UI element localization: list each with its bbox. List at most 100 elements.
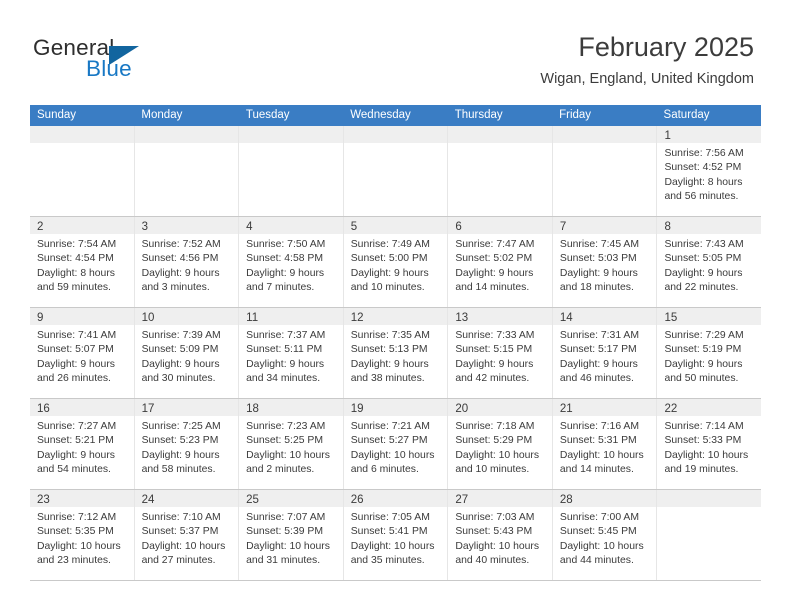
calendar-day-cell[interactable]: 23 Sunrise: 7:12 AM Sunset: 5:35 PM Dayligh…	[30, 490, 135, 580]
calendar-grid: Sunday Monday Tuesday Wednesday Thursday Frid…	[30, 105, 762, 581]
calendar-day-cell[interactable]: 18 Sunrise: 7:23 AM Sunset: 5:25 PM Dayligh…	[239, 399, 344, 489]
day-number: 2	[37, 221, 44, 233]
day-number-bar: 26	[343, 490, 448, 507]
sunset-text: Sunset: 5:07 PM	[37, 344, 114, 356]
calendar-day-cell[interactable]: 6 Sunrise: 7:47 AM Sunset: 5:02 PM Daylight…	[448, 217, 553, 307]
sunrise-text: Sunrise: 7:39 AM	[141, 330, 221, 341]
sunrise-text: Sunrise: 7:41 AM	[37, 330, 117, 341]
calendar-day-cell[interactable]: 16 Sunrise: 7:27 AM Sunset: 5:21 PM Dayligh…	[30, 399, 135, 489]
daylight-text: Daylight: 9 hours	[141, 358, 220, 370]
sunrise-text: Sunrise: 7:12 AM	[37, 512, 117, 523]
day-number: 16	[37, 403, 50, 415]
day-number-bar: 27	[448, 490, 552, 507]
page-header: General Blue February 2025 Wigan, Englan…	[0, 0, 792, 105]
day-details: Sunrise: 7:12 AM Sunset: 5:35 PM Daylight:…	[30, 507, 134, 569]
day-details: Sunrise: 7:49 AM Sunset: 5:00 PM Daylight:…	[344, 234, 448, 296]
day-number: 11	[246, 312, 259, 324]
sunset-text: Sunset: 5:45 PM	[559, 526, 637, 538]
calendar-day-cell[interactable]: 14 Sunrise: 7:31 AM Sunset: 5:17 PM Dayligh…	[552, 308, 658, 398]
calendar-day-cell[interactable]: 26 Sunrise: 7:05 AM Sunset: 5:41 PM Dayligh…	[343, 490, 449, 580]
weekday-header-tuesday: Tuesday	[245, 109, 290, 121]
daylight-text: and 46 minutes.	[559, 373, 634, 385]
daylight-text: Daylight: 9 hours	[37, 358, 115, 370]
daylight-text: and 14 minutes.	[455, 282, 530, 294]
calendar-day-cell[interactable]: 11 Sunrise: 7:37 AM Sunset: 5:11 PM Dayligh…	[239, 308, 344, 398]
day-number-bar: 7	[552, 217, 657, 234]
sunrise-text: Sunrise: 7:49 AM	[350, 239, 430, 250]
calendar-day-cell[interactable]: 8 Sunrise: 7:43 AM Sunset: 5:05 PM Daylight…	[657, 217, 762, 307]
day-number: 24	[141, 494, 155, 506]
calendar-day-cell[interactable]: 20 Sunrise: 7:18 AM Sunset: 5:29 PM Dayligh…	[448, 399, 553, 489]
day-details: Sunrise: 7:16 AM Sunset: 5:31 PM Daylight:…	[553, 416, 657, 478]
weekday-header-row: Sunday Monday Tuesday Wednesday Thursday Frid…	[30, 105, 761, 126]
sunset-text: Sunset: 5:00 PM	[350, 253, 428, 265]
daylight-text: Daylight: 8 hours	[37, 267, 115, 279]
calendar-day-cell[interactable]: 4 Sunrise: 7:50 AM Sunset: 4:58 PM Daylight…	[239, 217, 344, 307]
calendar-day-cell[interactable]: 9 Sunrise: 7:41 AM Sunset: 5:07 PM Daylight…	[30, 308, 135, 398]
calendar-day-cell[interactable]: 22 Sunrise: 7:14 AM Sunset: 5:33 PM Dayligh…	[657, 399, 762, 489]
day-details	[30, 143, 134, 147]
daylight-text: and 38 minutes.	[350, 373, 425, 385]
sunset-text: Sunset: 4:56 PM	[141, 253, 219, 265]
calendar-day-cell[interactable]: 5 Sunrise: 7:49 AM Sunset: 5:00 PM Daylight…	[343, 217, 449, 307]
day-number: 25	[246, 494, 259, 506]
daylight-text: Daylight: 10 hours	[455, 540, 540, 552]
daylight-text: Daylight: 9 hours	[664, 267, 743, 279]
sunset-text: Sunset: 5:27 PM	[350, 435, 428, 447]
day-details	[344, 143, 448, 147]
sunset-text: Sunset: 5:13 PM	[350, 344, 428, 356]
sunset-text: Sunset: 4:58 PM	[246, 253, 323, 265]
calendar-day-cell[interactable]: 2 Sunrise: 7:54 AM Sunset: 4:54 PM Daylight…	[30, 217, 135, 307]
day-details: Sunrise: 7:45 AM Sunset: 5:03 PM Daylight:…	[553, 234, 657, 296]
sunset-text: Sunset: 5:33 PM	[664, 435, 742, 447]
day-number-bar: 20	[448, 399, 552, 416]
sunrise-text: Sunrise: 7:45 AM	[559, 239, 640, 250]
day-number-bar: 2	[30, 217, 134, 234]
calendar-day-cell[interactable]: 12 Sunrise: 7:35 AM Sunset: 5:13 PM Dayligh…	[343, 308, 449, 398]
daylight-text: and 22 minutes.	[664, 282, 739, 294]
daylight-text: Daylight: 10 hours	[455, 449, 540, 461]
sunrise-text: Sunrise: 7:00 AM	[559, 512, 640, 523]
calendar-day-cell[interactable]: 17 Sunrise: 7:25 AM Sunset: 5:23 PM Dayligh…	[134, 399, 240, 489]
day-number-bar: 5	[343, 217, 448, 234]
calendar-day-cell[interactable]: 27 Sunrise: 7:03 AM Sunset: 5:43 PM Dayligh…	[448, 490, 553, 580]
day-number-bar: 13	[448, 308, 552, 325]
calendar-day-cell[interactable]: 21 Sunrise: 7:16 AM Sunset: 5:31 PM Dayligh…	[552, 399, 658, 489]
calendar-day-cell[interactable]: 15 Sunrise: 7:29 AM Sunset: 5:19 PM Dayligh…	[657, 308, 762, 398]
sunset-text: Sunset: 5:05 PM	[664, 253, 742, 265]
calendar-day-cell[interactable]: 19 Sunrise: 7:21 AM Sunset: 5:27 PM Dayligh…	[343, 399, 449, 489]
calendar-day-cell[interactable]: 1 Sunrise: 7:56 AM Sunset: 4:52 PM Daylight…	[657, 126, 762, 216]
sunrise-text: Sunrise: 7:43 AM	[664, 239, 744, 250]
daylight-text: Daylight: 10 hours	[664, 449, 749, 461]
day-details: Sunrise: 7:03 AM Sunset: 5:43 PM Daylight:…	[448, 507, 552, 569]
calendar-cell-empty	[448, 126, 553, 216]
day-number-bar: 1	[657, 126, 762, 143]
daylight-text: and 6 minutes.	[350, 464, 419, 476]
daylight-text: Daylight: 9 hours	[559, 267, 638, 279]
daylight-text: Daylight: 9 hours	[246, 267, 325, 279]
sunset-text: Sunset: 5:03 PM	[559, 253, 637, 265]
daylight-text: and 18 minutes.	[559, 282, 634, 294]
day-number: 28	[559, 494, 573, 506]
day-number: 14	[559, 312, 573, 324]
day-details: Sunrise: 7:18 AM Sunset: 5:29 PM Daylight:…	[448, 416, 552, 478]
sunset-text: Sunset: 5:41 PM	[350, 526, 428, 538]
calendar-day-cell[interactable]: 25 Sunrise: 7:07 AM Sunset: 5:39 PM Dayligh…	[239, 490, 344, 580]
sunrise-text: Sunrise: 7:47 AM	[455, 239, 535, 250]
day-details: Sunrise: 7:50 AM Sunset: 4:58 PM Daylight:…	[239, 234, 343, 296]
calendar-day-cell[interactable]: 24 Sunrise: 7:10 AM Sunset: 5:37 PM Dayligh…	[134, 490, 240, 580]
sunset-text: Sunset: 5:43 PM	[455, 526, 533, 538]
day-number-bar	[657, 490, 762, 507]
daylight-text: and 42 minutes.	[455, 373, 530, 385]
sunrise-text: Sunrise: 7:25 AM	[141, 421, 221, 432]
general-blue-logo[interactable]: General Blue	[33, 35, 203, 87]
calendar-day-cell[interactable]: 13 Sunrise: 7:33 AM Sunset: 5:15 PM Dayligh…	[448, 308, 553, 398]
day-number: 15	[664, 312, 678, 324]
calendar-day-cell[interactable]: 10 Sunrise: 7:39 AM Sunset: 5:09 PM Dayligh…	[134, 308, 240, 398]
calendar-day-cell[interactable]: 28 Sunrise: 7:00 AM Sunset: 5:45 PM Dayligh…	[552, 490, 658, 580]
sunrise-text: Sunrise: 7:05 AM	[350, 512, 430, 523]
calendar-week-row: 2 Sunrise: 7:54 AM Sunset: 4:54 PM Daylight…	[30, 217, 762, 308]
day-number-bar: 22	[657, 399, 762, 416]
calendar-day-cell[interactable]: 3 Sunrise: 7:52 AM Sunset: 4:56 PM Daylight…	[134, 217, 240, 307]
calendar-day-cell[interactable]: 7 Sunrise: 7:45 AM Sunset: 5:03 PM Daylight…	[552, 217, 658, 307]
